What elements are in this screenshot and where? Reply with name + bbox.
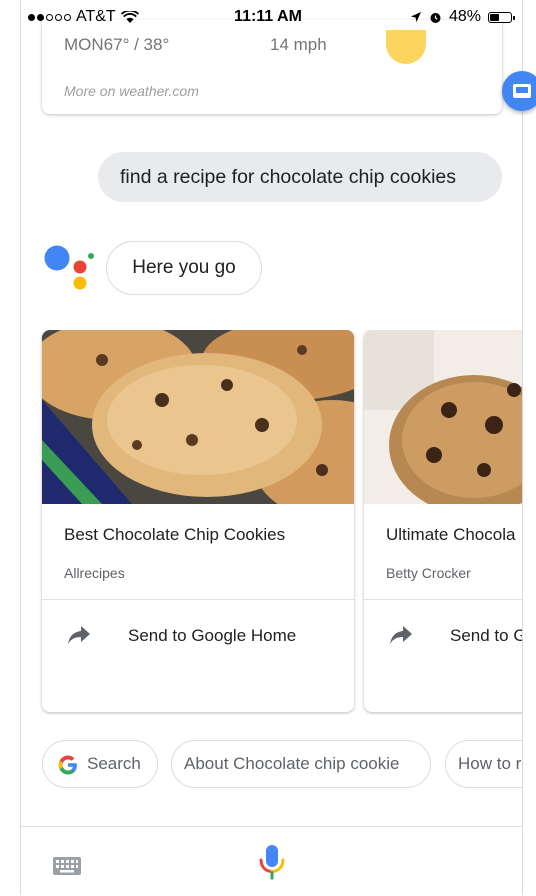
send-to-google-home-button[interactable]: Send to Google Home — [128, 626, 296, 646]
recipe-divider — [364, 599, 522, 600]
about-chocolate-chip-cookie-chip[interactable]: About Chocolate chip cookie — [171, 740, 431, 788]
weather-wind-speed: 14 mph — [270, 35, 327, 54]
weather-source-link[interactable]: More on weather.com — [64, 83, 199, 99]
send-arrow-icon — [68, 626, 90, 644]
alarm-icon — [430, 12, 441, 23]
keyboard-icon[interactable] — [53, 857, 81, 875]
assistant-reply-bubble: Here you go — [106, 241, 262, 295]
search-chip-label: Search — [87, 754, 141, 773]
send-arrow-icon — [390, 626, 412, 644]
mic-icon[interactable] — [257, 843, 287, 883]
google-assistant-logo-icon — [44, 245, 94, 290]
location-arrow-icon — [410, 12, 421, 22]
search-chip[interactable]: Search — [42, 740, 158, 788]
recipe-source: Allrecipes — [64, 565, 125, 581]
recipe-title: Ultimate Chocola — [386, 525, 516, 544]
cast-icon — [513, 84, 531, 98]
suggestion-chips: Search About Chocolate chip cookie How t… — [21, 740, 522, 792]
weather-card[interactable]: MON67° / 38° 14 mph More on weather.com — [42, 20, 536, 114]
bottom-bar — [21, 826, 522, 896]
frame-edge-right — [522, 0, 523, 895]
recipe-card[interactable]: Ultimate Chocola Betty Crocker Send to G — [364, 330, 522, 712]
cookie-photo — [42, 330, 354, 504]
sun-icon — [386, 30, 426, 64]
status-right-group: 48% — [410, 8, 515, 26]
battery-percent: 48% — [448, 8, 481, 25]
status-bar: AT&T 11:11 AM 48% — [0, 0, 536, 34]
recipe-divider — [42, 599, 354, 600]
send-to-google-home-button[interactable]: Send to G — [450, 626, 522, 646]
recipe-title: Best Chocolate Chip Cookies — [64, 525, 286, 544]
recipe-carousel[interactable]: Best Chocolate Chip Cookies Allrecipes S… — [21, 330, 522, 715]
weather-day-temp: MON67° / 38° — [64, 35, 170, 54]
battery-icon — [488, 11, 515, 23]
how-to-chip[interactable]: How to r — [445, 740, 522, 788]
google-g-icon — [58, 755, 77, 775]
cast-button[interactable] — [502, 71, 536, 111]
cookie-photo — [364, 330, 522, 504]
recipe-card[interactable]: Best Chocolate Chip Cookies Allrecipes S… — [42, 330, 354, 712]
user-query-bubble: find a recipe for chocolate chip cookies — [98, 152, 502, 202]
recipe-source: Betty Crocker — [386, 565, 471, 581]
